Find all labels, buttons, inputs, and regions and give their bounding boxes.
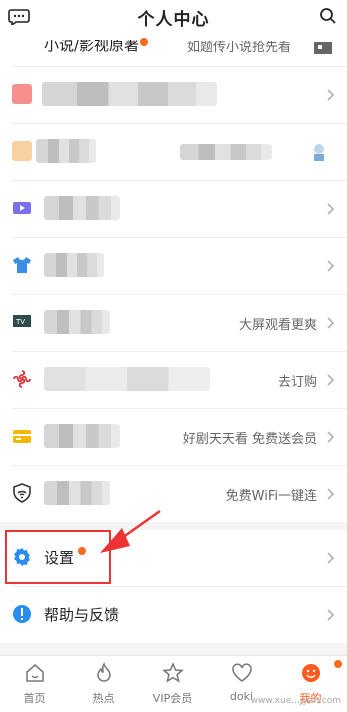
annotation-box: [5, 530, 111, 584]
blurred-label: [44, 253, 104, 277]
thumbnail-icon: [314, 42, 332, 54]
red-app-icon: [12, 84, 32, 104]
menu-row-wifi[interactable]: 免费WiFi一键连: [0, 466, 347, 522]
svg-text:TV: TV: [15, 318, 25, 326]
menu-row-unicom[interactable]: 去订购: [0, 352, 347, 408]
menu-row-card[interactable]: 好剧天天看 免费送会员: [0, 409, 347, 465]
tab-hot[interactable]: 热点: [69, 656, 138, 712]
chevron-right-icon: [327, 317, 335, 329]
chevron-right-icon: [327, 374, 335, 386]
row-hint: 去订购: [277, 375, 317, 390]
notification-dot: [334, 660, 342, 668]
unicom-knot-icon: [13, 370, 31, 388]
tab-vip[interactable]: VIP会员: [138, 656, 207, 712]
chevron-right-icon: [327, 203, 335, 215]
star-icon: [162, 662, 184, 683]
tab-home[interactable]: 首页: [0, 656, 69, 712]
new-dot: [140, 38, 148, 46]
bottom-tab-bar: 首页 热点 VIP会员 doki 我的 www.xue...jyan.com: [0, 655, 347, 712]
home-icon: [26, 664, 44, 682]
blurred-label: [44, 367, 210, 391]
tab-label: 首页: [23, 692, 46, 705]
menu-row-blurred-2[interactable]: [0, 124, 347, 180]
menu-row-help[interactable]: 帮助与反馈: [0, 587, 347, 643]
character-icon: [314, 144, 324, 161]
flame-icon: [97, 662, 111, 682]
menu-row-blurred-3[interactable]: [0, 181, 347, 237]
watermark: www.xue...jyan.com: [250, 696, 341, 706]
chevron-right-icon: [327, 609, 335, 621]
blurred-label: [42, 82, 217, 106]
menu-row-blurred-4[interactable]: [0, 238, 347, 294]
row-label: 小说/影视原著: [44, 36, 140, 54]
tshirt-icon: [13, 257, 31, 273]
page-title: 个人中心: [137, 10, 210, 30]
blurred-label: [44, 196, 120, 220]
chevron-right-icon: [327, 89, 335, 101]
blurred-label: [36, 139, 96, 163]
row-hint: 免费WiFi一键连: [225, 489, 317, 504]
blurred-label: [44, 424, 120, 448]
chevron-right-icon: [327, 488, 335, 500]
orange-app-icon: [12, 141, 32, 161]
menu-row-blurred-1[interactable]: [0, 67, 347, 123]
top-bar: 个人中心: [0, 0, 347, 34]
help-label: 帮助与反馈: [44, 606, 120, 624]
heart-icon: [232, 663, 252, 682]
blurred-hint: [180, 144, 272, 160]
tab-label: VIP会员: [152, 692, 193, 705]
wifi-shield-icon: [13, 483, 31, 503]
chevron-right-icon: [327, 552, 335, 564]
card-icon: [13, 430, 31, 443]
row-hint: 大屏观看更爽: [238, 318, 317, 333]
ticket-icon: [13, 202, 31, 214]
menu-row-tv[interactable]: TV 大屏观看更爽: [0, 295, 347, 351]
row-hint: 如题传小说抢先看: [186, 40, 291, 55]
help-icon: [13, 605, 31, 623]
row-hint: 好剧天天看 免费送会员: [182, 432, 317, 447]
smile-face-icon: [302, 664, 320, 682]
blurred-label: [44, 481, 110, 505]
blurred-label: [44, 310, 110, 334]
search-icon[interactable]: [319, 7, 337, 25]
tab-label: 热点: [92, 692, 115, 705]
tv-icon: TV: [13, 315, 31, 327]
chevron-right-icon: [327, 431, 335, 443]
chevron-right-icon: [327, 260, 335, 272]
